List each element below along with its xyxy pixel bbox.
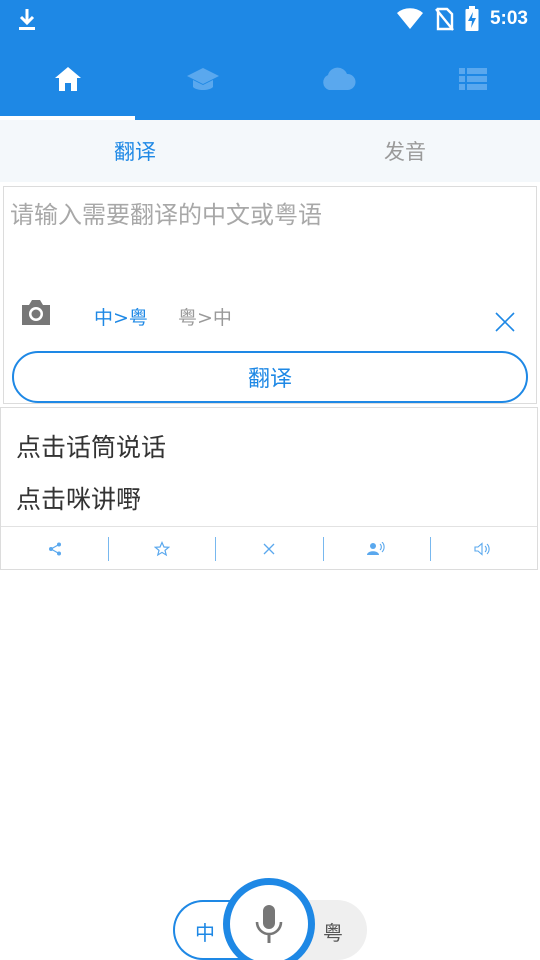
sub-tabs: 翻译 发音	[0, 120, 540, 182]
clock: 5:03	[489, 8, 528, 29]
result-mandarin: 点击话筒说话	[16, 433, 167, 462]
translate-button[interactable]: 翻译	[12, 351, 528, 403]
cloud-icon	[322, 67, 356, 90]
result-cantonese: 点击咪讲嘢	[16, 485, 142, 514]
share-icon	[48, 542, 61, 555]
input-card: 请输入需要翻译的中文或粤语 中>粤 粤>中 翻译	[3, 186, 537, 404]
tab-list[interactable]	[405, 38, 540, 120]
list-icon	[458, 68, 487, 90]
battery-charging-icon	[465, 6, 479, 31]
favorite-button[interactable]	[108, 527, 215, 570]
camera-icon[interactable]	[20, 297, 52, 327]
mic-button[interactable]	[223, 878, 315, 960]
app-root: 5:03 翻译 发音 请输入需要翻译的中文或粤语 中>粤 粤>中 翻译 点击话筒…	[0, 0, 540, 960]
microphone-icon	[255, 905, 283, 943]
translate-input[interactable]: 请输入需要翻译的中文或粤语	[10, 195, 322, 230]
tab-home[interactable]	[0, 38, 135, 120]
speak-person-button[interactable]	[322, 527, 430, 570]
result-card: 点击话筒说话 点击咪讲嘢	[0, 407, 538, 570]
tab-pronounce[interactable]: 发音	[270, 120, 540, 182]
lang-cantonese[interactable]: 粤	[323, 917, 343, 946]
tab-translate[interactable]: 翻译	[0, 120, 270, 182]
volume-icon	[474, 541, 491, 556]
status-bar: 5:03	[0, 0, 540, 38]
direction-yue-to-zh[interactable]: 粤>中	[178, 303, 232, 330]
result-actions	[1, 526, 537, 570]
direction-zh-to-yue[interactable]: 中>粤	[94, 303, 148, 330]
tab-cloud[interactable]	[270, 38, 405, 120]
graduation-cap-icon	[186, 68, 219, 90]
close-icon	[263, 543, 275, 554]
lang-mandarin[interactable]: 中	[195, 917, 215, 946]
home-icon	[54, 67, 81, 91]
download-icon	[19, 9, 35, 30]
clear-input-icon[interactable]	[494, 311, 516, 333]
star-icon	[153, 540, 170, 556]
no-sim-icon	[435, 7, 454, 31]
play-audio-button[interactable]	[429, 527, 537, 570]
tab-learn[interactable]	[135, 38, 270, 120]
status-icons: 5:03	[396, 5, 528, 33]
share-button[interactable]	[1, 527, 108, 570]
wifi-icon	[396, 8, 423, 29]
delete-result-button[interactable]	[215, 527, 322, 570]
top-nav	[0, 38, 540, 120]
speaker-person-icon	[367, 541, 385, 555]
